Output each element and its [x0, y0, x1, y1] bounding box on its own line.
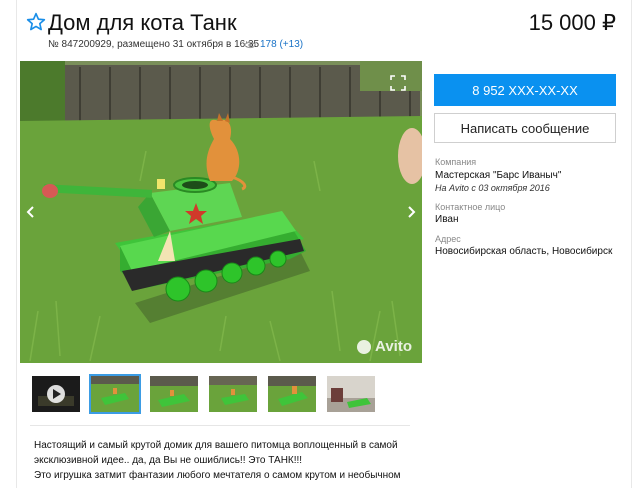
thumbnail-video[interactable] — [30, 374, 82, 414]
contact-person-label: Контактное лицо — [435, 202, 506, 212]
thumbnail-photo-3[interactable] — [207, 374, 259, 414]
description-line: эксклюзивной идее.. да, да Вы не ошиблис… — [34, 455, 303, 466]
thumbnail-photo-1[interactable] — [89, 374, 141, 414]
next-photo-arrow-icon[interactable] — [406, 205, 416, 219]
write-message-button[interactable]: Написать сообщение — [434, 113, 616, 143]
thumbnail-strip — [30, 374, 377, 414]
description-line: Это игрушка затмит фантазии любого мечта… — [34, 470, 401, 481]
contact-person-name: Иван — [435, 214, 459, 225]
listing-price: 15 000 ₽ — [528, 10, 616, 35]
watermark-text: Avito — [375, 338, 412, 355]
avito-watermark: Avito — [357, 338, 412, 355]
listing-title: Дом для кота Танк — [48, 10, 237, 35]
section-divider — [30, 425, 410, 426]
description-line: Настоящий и самый крутой домик для вашег… — [34, 440, 398, 451]
tank-photo-illustration — [20, 61, 422, 363]
address-value: Новосибирская область, Новосибирск — [435, 246, 613, 257]
eye-icon — [244, 41, 256, 48]
avito-logo-icon — [357, 339, 372, 354]
company-label: Компания — [435, 157, 477, 167]
thumbnail-photo-2[interactable] — [148, 374, 200, 414]
thumbnail-photo-4[interactable] — [266, 374, 318, 414]
views-count: 178 (+13) — [260, 39, 304, 50]
thumbnail-photo-5[interactable] — [325, 374, 377, 414]
listing-meta: № 847200929, размещено 31 октября в 16:3… — [48, 39, 260, 50]
expand-icon[interactable] — [390, 75, 406, 91]
main-photo[interactable]: Avito — [20, 61, 422, 363]
company-since: На Avito с 03 октября 2016 — [435, 183, 550, 193]
description: Настоящий и самый крутой домик для вашег… — [34, 438, 414, 483]
favorite-star-icon[interactable] — [26, 12, 46, 32]
address-label: Адрес — [435, 234, 461, 244]
prev-photo-arrow-icon[interactable] — [26, 205, 36, 219]
show-phone-button[interactable]: 8 952 XXX-XX-XX — [434, 74, 616, 106]
views-counter: 178 (+13) — [244, 38, 303, 51]
company-name-link[interactable]: Мастерская "Барс Иваныч" — [435, 170, 561, 181]
